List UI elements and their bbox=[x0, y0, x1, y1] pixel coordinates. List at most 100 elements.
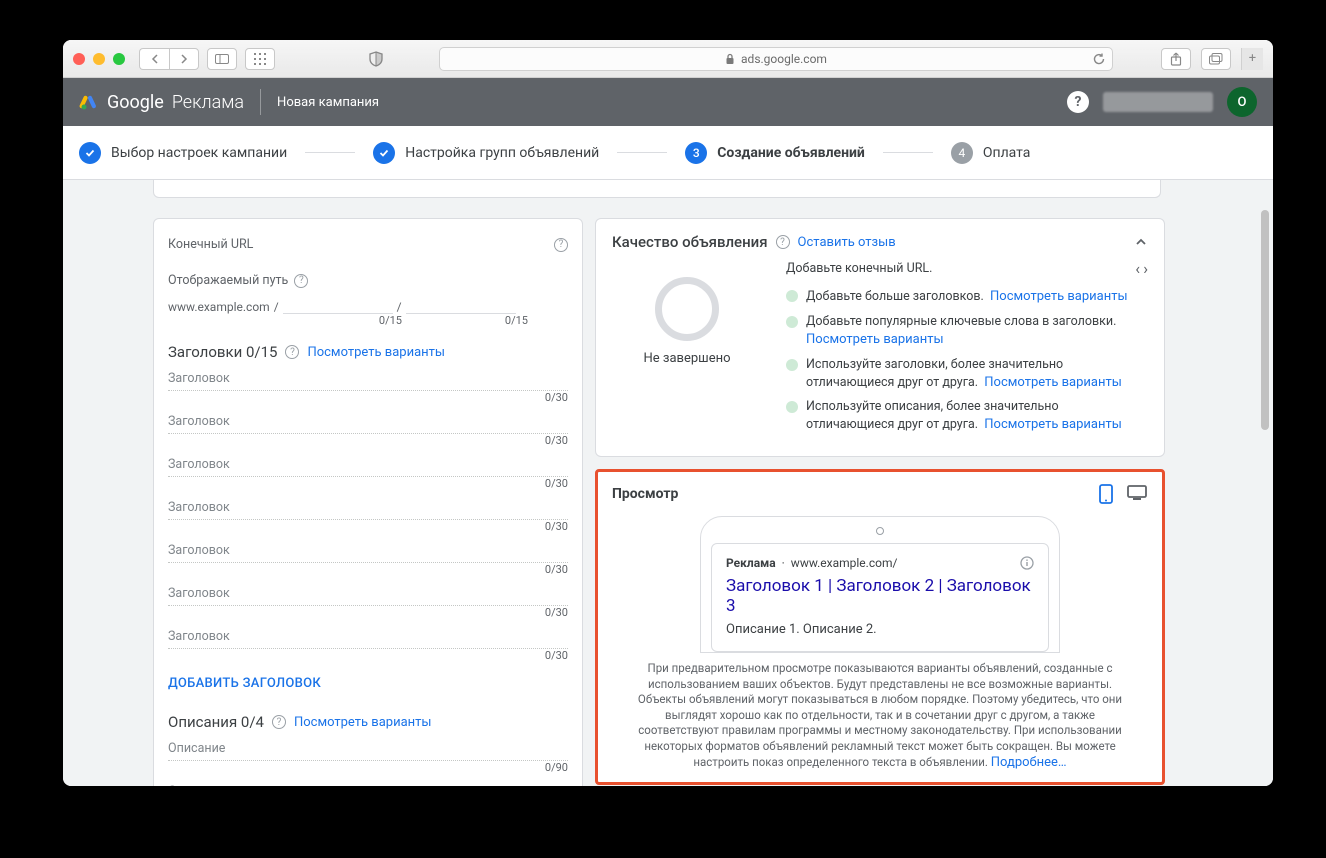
headline-field[interactable]: Заголовок bbox=[168, 619, 568, 649]
forward-button[interactable] bbox=[169, 48, 199, 70]
close-window-icon[interactable] bbox=[73, 53, 85, 65]
share-icon[interactable] bbox=[1161, 48, 1191, 70]
help-icon[interactable]: ? bbox=[272, 715, 286, 729]
headline-counter: 0/30 bbox=[168, 477, 568, 490]
display-path-label: Отображаемый путь ? bbox=[168, 273, 568, 288]
reload-icon[interactable] bbox=[1092, 52, 1106, 66]
step-4[interactable]: 4 Оплата bbox=[951, 142, 1031, 164]
view-variants-link[interactable]: Посмотреть варианты bbox=[984, 417, 1122, 432]
step-number: 4 bbox=[951, 142, 973, 164]
step-2[interactable]: Настройка групп объявлений bbox=[373, 142, 599, 164]
headline-field[interactable]: Заголовок bbox=[168, 361, 568, 391]
check-icon bbox=[373, 142, 395, 164]
step-label: Выбор настроек кампании bbox=[111, 145, 287, 161]
traffic-lights bbox=[73, 53, 125, 65]
sidebar-toggle-icon[interactable] bbox=[207, 48, 237, 70]
step-label: Оплата bbox=[983, 145, 1031, 161]
view-variants-link[interactable]: Посмотреть варианты bbox=[990, 289, 1128, 304]
url-text: ads.google.com bbox=[741, 52, 827, 66]
headline-field[interactable]: Заголовок bbox=[168, 533, 568, 563]
info-icon[interactable] bbox=[1020, 556, 1034, 570]
help-icon[interactable]: ? bbox=[776, 235, 790, 249]
mobile-preview-icon[interactable] bbox=[1098, 484, 1114, 504]
ad-badge: Реклама bbox=[726, 556, 776, 570]
quality-status: Не завершено bbox=[612, 351, 762, 366]
app-header: Google Реклама Новая кампания ? O bbox=[63, 78, 1273, 126]
nav-back-forward bbox=[139, 48, 199, 70]
scroll-thumb[interactable] bbox=[1261, 210, 1269, 430]
back-button[interactable] bbox=[139, 48, 169, 70]
apps-grid-icon[interactable] bbox=[245, 48, 275, 70]
view-variants-link[interactable]: Посмотреть варианты bbox=[294, 715, 432, 730]
quality-tip: Добавьте популярные ключевые слова в заг… bbox=[786, 314, 1148, 349]
help-icon[interactable]: ? bbox=[294, 274, 308, 288]
phone-frame: Реклама · www.example.com/ Заголовок 1 |… bbox=[700, 516, 1060, 653]
display-url-base: www.example.com bbox=[168, 300, 270, 314]
preview-title: Просмотр bbox=[612, 486, 678, 502]
chevron-up-icon[interactable] bbox=[1134, 235, 1148, 249]
view-variants-link[interactable]: Посмотреть варианты bbox=[984, 375, 1122, 390]
toolbar-right: + bbox=[1161, 48, 1263, 70]
status-dot-icon bbox=[786, 316, 798, 328]
step-label: Настройка групп объявлений bbox=[405, 145, 599, 161]
campaign-name: Новая кампания bbox=[277, 95, 379, 110]
help-icon[interactable]: ? bbox=[285, 345, 299, 359]
status-dot-icon bbox=[786, 290, 798, 302]
quality-tip: Используйте заголовки, более значительно… bbox=[786, 357, 1148, 392]
headline-field[interactable]: Заголовок bbox=[168, 490, 568, 520]
scrollbar[interactable] bbox=[1257, 180, 1271, 786]
previous-card-edge bbox=[153, 180, 1161, 198]
headline-field[interactable]: Заголовок bbox=[168, 447, 568, 477]
display-path-1-input[interactable] bbox=[283, 294, 393, 314]
new-tab-button[interactable]: + bbox=[1241, 48, 1263, 70]
description-field[interactable]: Описание bbox=[168, 731, 568, 761]
ad-form-card: Конечный URL ? Отображаемый путь ? www.e… bbox=[153, 218, 583, 786]
address-bar[interactable]: ads.google.com bbox=[439, 47, 1113, 71]
ad-quality-card: Качество объявления ? Оставить отзыв Не … bbox=[595, 218, 1165, 457]
ad-description: Описание 1. Описание 2. bbox=[726, 622, 1034, 637]
headline-counter: 0/30 bbox=[168, 391, 568, 404]
step-label: Создание объявлений bbox=[717, 145, 865, 161]
brand: Google Реклама bbox=[79, 92, 244, 113]
help-icon[interactable]: ? bbox=[1067, 91, 1089, 113]
page-body: Конечный URL ? Отображаемый путь ? www.e… bbox=[63, 180, 1273, 786]
headline-counter: 0/30 bbox=[168, 434, 568, 447]
description-counter: 0/90 bbox=[168, 761, 568, 774]
chevron-right-icon[interactable]: › bbox=[1143, 259, 1148, 278]
path1-counter: 0/15 bbox=[292, 314, 402, 327]
headline-field[interactable]: Заголовок bbox=[168, 404, 568, 434]
chevron-left-icon[interactable]: ‹ bbox=[1135, 259, 1140, 278]
headline-counter: 0/30 bbox=[168, 606, 568, 619]
minimize-window-icon[interactable] bbox=[93, 53, 105, 65]
feedback-link[interactable]: Оставить отзыв bbox=[798, 235, 896, 250]
titlebar: ads.google.com + bbox=[63, 40, 1273, 78]
status-dot-icon bbox=[786, 359, 798, 371]
divider bbox=[260, 89, 261, 115]
learn-more-link[interactable]: Подробнее… bbox=[991, 755, 1067, 770]
view-variants-link[interactable]: Посмотреть варианты bbox=[307, 345, 445, 360]
help-icon[interactable]: ? bbox=[554, 238, 568, 252]
headlines-title: Заголовки 0/15 bbox=[168, 343, 277, 361]
account-info[interactable] bbox=[1103, 92, 1213, 112]
headline-field[interactable]: Заголовок bbox=[168, 576, 568, 606]
tabs-icon[interactable] bbox=[1201, 48, 1231, 70]
step-1[interactable]: Выбор настроек кампании bbox=[79, 142, 287, 164]
descriptions-title: Описания 0/4 bbox=[168, 713, 264, 731]
shield-icon[interactable] bbox=[361, 48, 391, 70]
quality-top-hint: Добавьте конечный URL. bbox=[786, 261, 932, 276]
avatar[interactable]: O bbox=[1227, 87, 1257, 117]
view-variants-link[interactable]: Посмотреть варианты bbox=[806, 332, 944, 347]
description-field[interactable]: Описание bbox=[168, 774, 568, 786]
add-headline-link[interactable]: ДОБАВИТЬ ЗАГОЛОВОК bbox=[168, 676, 321, 691]
quality-tip: Добавьте больше заголовков. Посмотреть в… bbox=[786, 288, 1148, 306]
step-number: 3 bbox=[685, 142, 707, 164]
final-url-label: Конечный URL bbox=[168, 237, 253, 252]
brand-google: Google bbox=[107, 92, 164, 113]
desktop-preview-icon[interactable] bbox=[1126, 484, 1148, 504]
maximize-window-icon[interactable] bbox=[113, 53, 125, 65]
headline-counter: 0/30 bbox=[168, 649, 568, 662]
ad-preview-card: Просмотр bbox=[595, 469, 1165, 785]
headline-counter: 0/30 bbox=[168, 520, 568, 533]
step-3[interactable]: 3 Создание объявлений bbox=[685, 142, 865, 164]
display-path-2-input[interactable] bbox=[406, 294, 516, 314]
